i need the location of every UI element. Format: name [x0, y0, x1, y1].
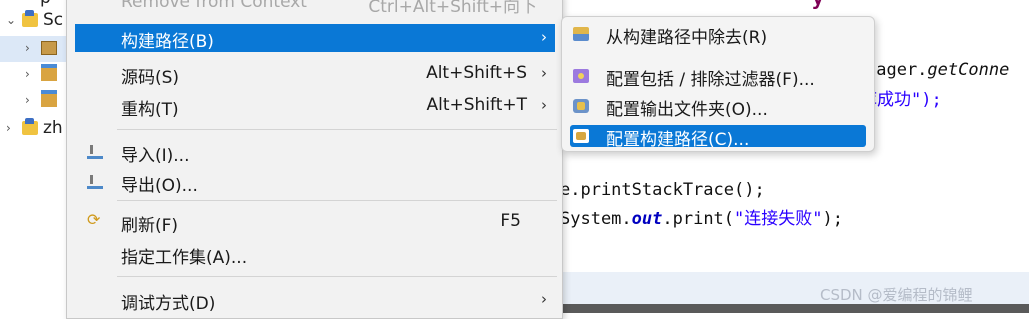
submenu-item-label: 配置包括 / 排除过滤器(F)... — [606, 70, 815, 90]
tree-row-label: zh — [43, 118, 63, 138]
menu-item-label: 源码(S) — [121, 68, 180, 88]
submenu-item-configure-output-folder[interactable]: 配置输出文件夹(O)... — [570, 95, 866, 120]
tree-row-project[interactable]: › zh — [0, 116, 70, 142]
chevron-right-icon[interactable]: › — [25, 67, 30, 81]
refresh-icon — [87, 210, 103, 229]
tree-row-label: Sc — [43, 10, 64, 30]
chevron-right-icon: › — [541, 96, 547, 114]
menu-item-assign-working-set[interactable]: 指定工作集(A)... — [75, 240, 555, 268]
watermark: CSDN @爱编程的锦鲤 — [820, 286, 973, 304]
configure-buildpath-icon — [573, 129, 589, 143]
menu-item-debug-as[interactable]: 调试方式(D) › — [75, 286, 555, 314]
menu-item-accelerator: Alt+Shift+T — [426, 95, 527, 115]
submenu-item-configure-filters[interactable]: 配置包括 / 排除过滤器(F)... — [570, 65, 866, 90]
source-folder-icon — [41, 41, 57, 55]
chevron-right-icon[interactable]: › — [25, 41, 30, 55]
menu-item-source[interactable]: 源码(S) Alt+Shift+S › — [75, 60, 555, 88]
menu-separator — [117, 200, 557, 201]
menu-item-refresh[interactable]: 刷新(F) F5 — [75, 208, 555, 236]
chevron-right-icon[interactable]: › — [6, 121, 11, 135]
menu-item-label: 导入(I)... — [121, 146, 190, 166]
menu-item-refactor[interactable]: 重构(T) Alt+Shift+T › — [75, 92, 555, 120]
library-icon — [41, 90, 57, 107]
output-folder-icon — [573, 99, 589, 113]
menu-item-import[interactable]: 导入(I)... — [75, 138, 555, 166]
menu-item-label: 调试方式(D) — [121, 294, 216, 314]
code-fragment: y — [812, 0, 824, 10]
chevron-right-icon[interactable]: › — [25, 93, 30, 107]
submenu-item-label: 从构建路径中除去(R) — [606, 28, 768, 48]
project-icon — [22, 10, 38, 27]
build-path-submenu: 从构建路径中除去(R) 配置包括 / 排除过滤器(F)... 配置输出文件夹(O… — [561, 16, 875, 152]
code-line: e.printStackTrace(); — [560, 180, 765, 200]
context-menu: Remove from Context Ctrl+Alt+Shift+向下 构建… — [66, 0, 563, 319]
menu-item-label: 指定工作集(A)... — [121, 248, 248, 268]
menu-item-label: 导出(O)... — [121, 176, 198, 196]
menu-item-accelerator: Alt+Shift+S — [426, 63, 527, 83]
filter-icon — [573, 69, 589, 83]
tree-row-label: p — [40, 0, 51, 8]
menu-item-accelerator: Ctrl+Alt+Shift+向下 — [368, 0, 537, 17]
export-icon — [87, 175, 103, 189]
menu-item-label: Remove from Context — [121, 0, 307, 12]
library-icon — [41, 64, 57, 81]
menu-item-build-path[interactable]: 构建路径(B) › — [75, 24, 555, 52]
import-icon — [87, 145, 103, 159]
menu-item-label: 构建路径(B) — [121, 32, 214, 52]
code-line: System.out.print("连接失败"); — [560, 209, 843, 229]
menu-item-export[interactable]: 导出(O)... — [75, 168, 555, 196]
project-explorer-tree: p ⌄ Sc › › › › zh — [0, 0, 70, 313]
menu-separator — [117, 129, 557, 130]
chevron-right-icon: › — [541, 290, 547, 308]
tree-row-src-selected[interactable]: › — [0, 36, 70, 62]
tree-row-library[interactable]: › — [0, 88, 70, 114]
submenu-item-label: 配置输出文件夹(O)... — [606, 100, 768, 120]
menu-item-remove-from-context: Remove from Context Ctrl+Alt+Shift+向下 — [75, 0, 555, 17]
submenu-item-label: 配置构建路径(C)... — [606, 130, 750, 150]
menu-item-label: 重构(T) — [121, 100, 179, 120]
chevron-right-icon: › — [541, 28, 547, 46]
submenu-item-configure-build-path[interactable]: 配置构建路径(C)... — [570, 125, 866, 150]
menu-item-accelerator: F5 — [500, 211, 521, 231]
menu-item-label: 刷新(F) — [121, 216, 179, 236]
tree-row-library[interactable]: › — [0, 62, 70, 88]
chevron-down-icon[interactable]: ⌄ — [6, 13, 16, 27]
chevron-right-icon: › — [541, 64, 547, 82]
remove-buildpath-icon — [573, 27, 589, 41]
submenu-item-remove-from-build-path[interactable]: 从构建路径中除去(R) — [570, 23, 866, 48]
menu-separator — [117, 276, 557, 277]
project-icon — [22, 118, 38, 135]
code-line: nager.getConne — [866, 60, 1010, 80]
tree-row-project[interactable]: ⌄ Sc — [0, 8, 70, 34]
panel-divider — [560, 304, 1029, 313]
